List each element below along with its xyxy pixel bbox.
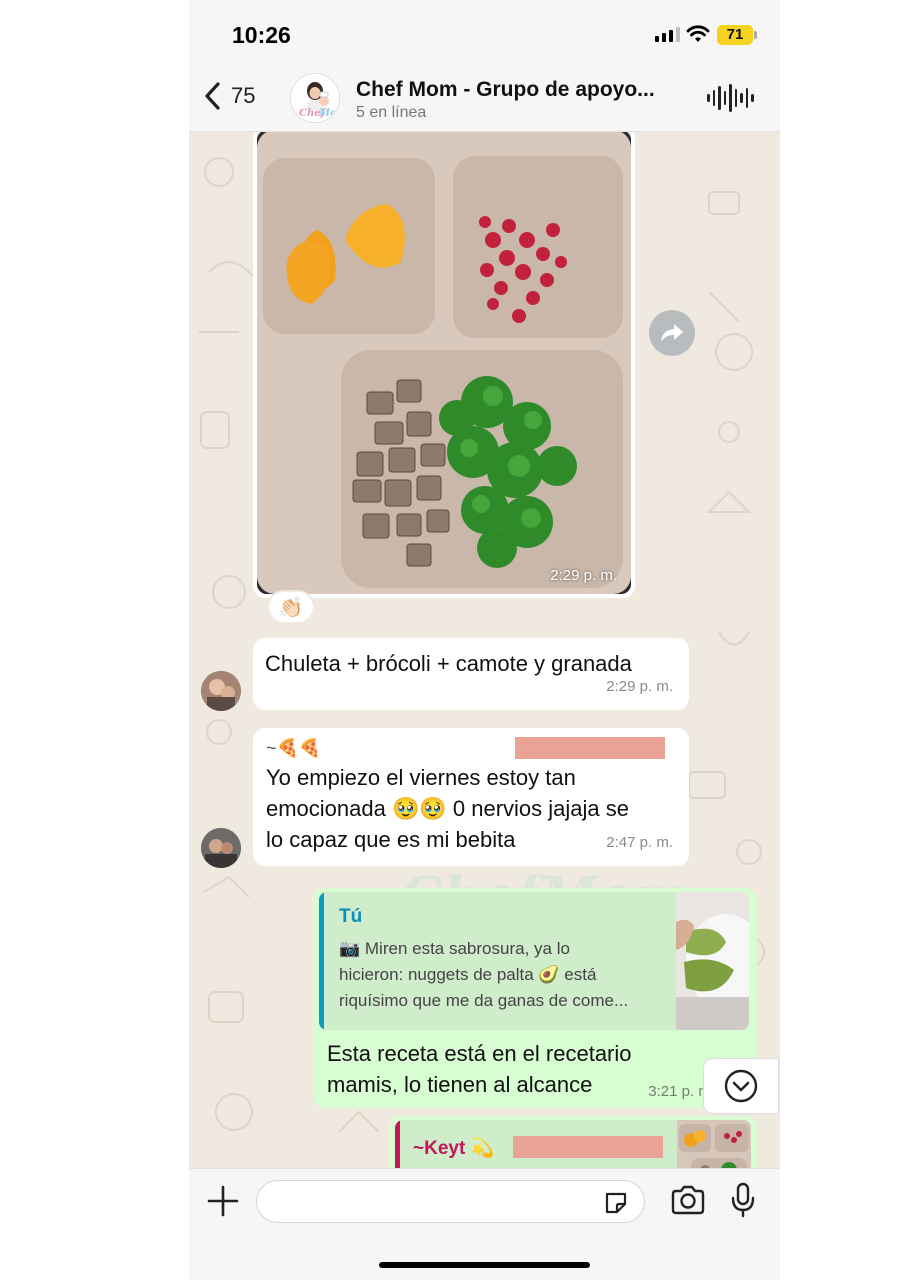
quote-line: riquísimo que me da ganas de come...: [339, 991, 629, 1010]
chevron-left-icon: [205, 82, 220, 110]
avatar[interactable]: [201, 828, 241, 868]
reaction-badge[interactable]: 👏🏻: [267, 590, 315, 624]
group-title[interactable]: Chef Mom - Grupo de apoyo...: [356, 78, 655, 102]
user-photo: [201, 828, 241, 868]
input-bar: [189, 1168, 780, 1280]
chef-mom-logo: Chef Mom: [291, 74, 340, 122]
image-message[interactable]: 2:29 p. m.: [253, 132, 635, 598]
scroll-to-bottom-button[interactable]: [703, 1058, 779, 1114]
quote-line: 📷 Miren esta sabrosura, ya lo: [339, 939, 570, 958]
chat-header: 75 Chef Mom Chef Mom - Grupo de apoyo...…: [189, 68, 780, 132]
group-avatar[interactable]: Chef Mom: [290, 73, 340, 123]
message-line: Esta receta está en el recetario: [327, 1041, 632, 1066]
sender-name[interactable]: ~🍕🍕: [266, 734, 676, 762]
battery-indicator: 71: [717, 25, 753, 45]
battery-tip: [754, 31, 757, 39]
message-text: Esta receta está en el recetario mamis, …: [327, 1038, 687, 1100]
forward-icon: [661, 324, 683, 342]
meal-plate-image: [257, 132, 631, 594]
message-line: Yo empiezo el viernes estoy tan: [266, 765, 576, 790]
message-input[interactable]: [256, 1180, 645, 1223]
redacted-phone: [513, 1136, 663, 1158]
outgoing-message[interactable]: ~Keyt 💫: [389, 1116, 757, 1168]
cellular-signal-icon: [655, 27, 680, 42]
back-button[interactable]: 75: [203, 80, 255, 112]
status-bar: 10:26 71: [189, 0, 780, 68]
quote-thumbnail: [677, 1120, 751, 1168]
quote-line: hicieron: nuggets de palta 🥑 está: [339, 965, 597, 984]
plus-icon[interactable]: [205, 1183, 241, 1219]
online-count: 5 en línea: [356, 104, 427, 121]
sticker-icon[interactable]: [603, 1190, 629, 1216]
home-indicator[interactable]: [379, 1262, 590, 1268]
user-photo: [201, 671, 241, 711]
quote-accent-bar: [395, 1120, 400, 1168]
chevron-down-icon: [724, 1069, 758, 1103]
quoted-message[interactable]: ~Keyt 💫: [395, 1120, 751, 1168]
quote-author: Tú: [339, 906, 363, 927]
quote-thumbnail: [676, 892, 749, 1030]
quote-author: ~Keyt 💫: [413, 1138, 495, 1159]
redacted-phone: [515, 737, 666, 759]
avatar[interactable]: [201, 671, 241, 711]
message-line: mamis, lo tienen al alcance: [327, 1072, 593, 1097]
food-photo[interactable]: 2:29 p. m.: [257, 132, 631, 594]
quote-text: 📷 Miren esta sabrosura, ya lo hicieron: …: [339, 936, 669, 1014]
phone-screen: 10:26 71 75 Chef Mo Chef Mom - Grupo de …: [189, 0, 780, 1280]
meal-plate-thumbnail: [677, 1120, 751, 1168]
quote-accent-bar: [319, 892, 324, 1030]
chat-area[interactable]: 2:29 p. m. 👏🏻 Chuleta + brócoli + camote…: [189, 132, 780, 1168]
status-time: 10:26: [232, 22, 291, 48]
incoming-message[interactable]: ~🍕🍕 Yo empiezo el viernes estoy tan emoc…: [253, 728, 689, 866]
incoming-message[interactable]: Chuleta + brócoli + camote y granada 2:2…: [253, 638, 689, 710]
camera-icon[interactable]: [670, 1185, 706, 1215]
outgoing-message[interactable]: Tú 📷 Miren esta sabrosura, ya lo hiciero…: [313, 888, 757, 1108]
wifi-icon: [686, 25, 710, 42]
microphone-icon[interactable]: [730, 1182, 756, 1218]
waveform-icon[interactable]: [707, 84, 754, 112]
svg-text:Mom: Mom: [318, 108, 340, 119]
quoted-message[interactable]: Tú 📷 Miren esta sabrosura, ya lo hiciero…: [319, 892, 749, 1030]
avocado-nuggets-image: [676, 892, 749, 1030]
message-time: 2:29 p. m.: [550, 567, 617, 584]
message-line: emocionada 🥹🥹 0 nervios jajaja se: [266, 796, 629, 821]
message-time: 2:29 p. m.: [606, 678, 673, 695]
forward-button[interactable]: [649, 310, 695, 356]
sender-handle: ~🍕🍕: [266, 737, 322, 758]
unread-count: 75: [231, 83, 256, 108]
message-time: 2:47 p. m.: [606, 834, 673, 851]
